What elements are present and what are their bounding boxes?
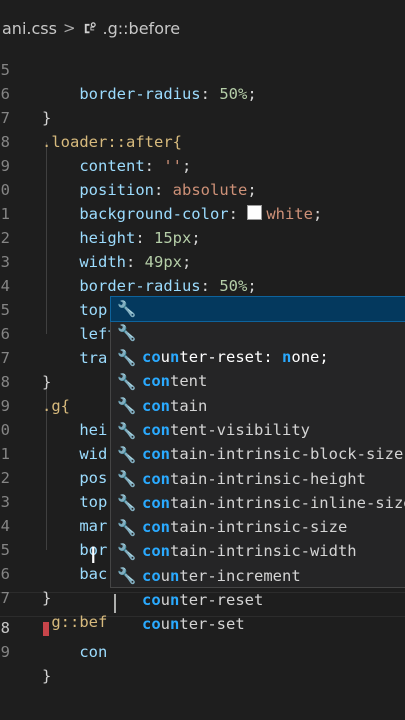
suggestion-item[interactable]: 🔧 contain xyxy=(111,346,405,415)
code-line[interactable]: 2 width: 49px; xyxy=(0,202,405,271)
code-line[interactable]: 8 content: ''; xyxy=(0,106,405,175)
wrench-icon: 🔧 xyxy=(117,421,137,440)
bracket-match-marker xyxy=(43,622,49,636)
suggestion-item[interactable]: 🔧 counter-set xyxy=(111,564,405,633)
code-line[interactable]: 0 background-color: white; xyxy=(0,154,405,223)
line-text: } xyxy=(42,667,52,685)
wrench-icon: 🔧 xyxy=(117,300,137,318)
wrench-icon: 🔧 xyxy=(117,470,137,489)
suggestion-item[interactable]: 🔧 contain-intrinsic-width xyxy=(111,491,405,560)
suggestion-item[interactable]: 🔧 contain-intrinsic-block-size xyxy=(111,394,405,463)
mouse-ibeam-cursor: I xyxy=(90,544,97,569)
suggestion-item[interactable]: 🔧 counter-increment xyxy=(111,516,405,585)
suggestion-item[interactable]: 🔧 counter-reset: none; xyxy=(110,295,405,366)
autocomplete-suggest-widget[interactable]: 🔧 counter-reset: none; 🔧 content 🔧 conta… xyxy=(110,295,405,633)
code-line[interactable]: 4 top: 60px; xyxy=(0,250,405,319)
code-line[interactable]: 6 } xyxy=(0,58,405,127)
suggestion-item[interactable]: 🔧 contain-intrinsic-inline-size xyxy=(111,443,405,512)
wrench-icon: 🔧 xyxy=(117,518,137,537)
wrench-icon: 🔧 xyxy=(117,567,137,586)
suggestion-label: counter-set xyxy=(142,615,245,634)
line-number: 9 xyxy=(0,643,10,661)
suggestion-item[interactable]: 🔧 content xyxy=(111,321,405,390)
code-line[interactable]: 3 border-radius: 50%; xyxy=(0,226,405,295)
line-text: con xyxy=(42,643,108,661)
wrench-icon: 🔧 xyxy=(117,445,137,464)
wrench-icon: 🔧 xyxy=(117,372,137,391)
suggestion-item[interactable]: 🔧 content-visibility xyxy=(111,370,405,439)
suggestion-label: counter-reset xyxy=(142,591,264,609)
wrench-icon: 🔧 xyxy=(117,397,137,416)
wrench-icon: 🔧 xyxy=(117,348,137,367)
suggestion-item[interactable]: 🔧 contain-intrinsic-size xyxy=(111,467,405,536)
code-line[interactable]: 5 border-radius: 50%; xyxy=(0,34,405,103)
code-line[interactable]: 9 position: absolute; xyxy=(0,130,405,199)
code-line[interactable]: 5 left: 78px; xyxy=(0,274,405,343)
code-line[interactable]: 7 .loader::after{ xyxy=(0,82,405,151)
wrench-icon: 🔧 xyxy=(117,543,137,561)
code-line[interactable]: 1 height: 15px; xyxy=(0,178,405,247)
suggestion-item[interactable]: 🔧 contain-intrinsic-height xyxy=(111,419,405,488)
wrench-icon: 🔧 xyxy=(117,494,137,513)
suggestion-item[interactable]: 🔧 counter-reset xyxy=(111,540,405,609)
wrench-icon: 🔧 xyxy=(117,324,137,343)
